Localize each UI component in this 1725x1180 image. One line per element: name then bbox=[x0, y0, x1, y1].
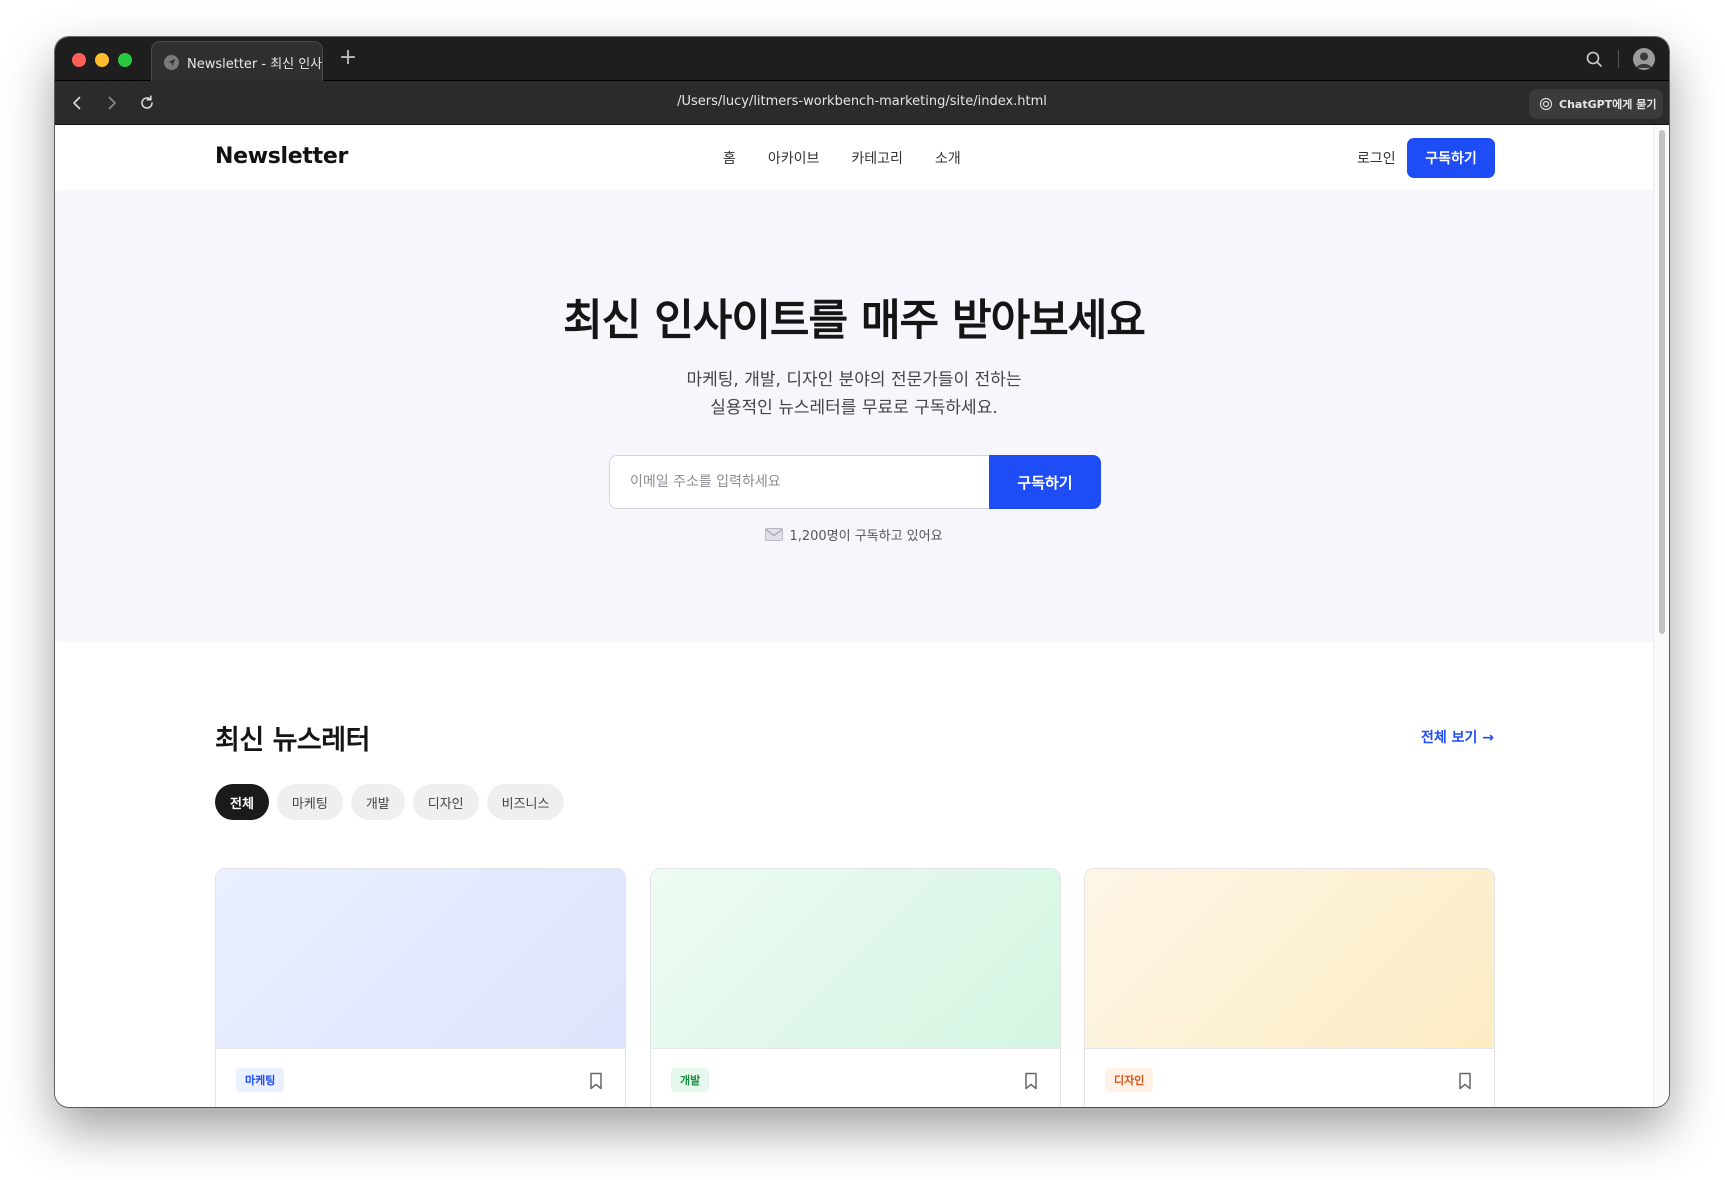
bookmark-icon[interactable] bbox=[588, 1072, 604, 1090]
chatgpt-icon bbox=[1539, 97, 1553, 111]
subscriber-count: 1,200명이 구독하고 있어요 bbox=[55, 525, 1653, 544]
main-nav: 홈 아카이브 카테고리 소개 bbox=[723, 148, 961, 168]
close-window-button[interactable] bbox=[72, 53, 86, 67]
hero-description-line: 실용적인 뉴스레터를 무료로 구독하세요. bbox=[710, 398, 998, 418]
email-input[interactable] bbox=[609, 455, 989, 509]
page-scrollbar[interactable] bbox=[1653, 126, 1669, 1107]
card-thumbnail bbox=[216, 869, 625, 1049]
filter-chip-all[interactable]: 전체 bbox=[215, 784, 269, 820]
subscribe-form: 구독하기 bbox=[609, 455, 1101, 509]
new-tab-button[interactable]: + bbox=[337, 47, 359, 70]
filter-chip-marketing[interactable]: 마케팅 bbox=[276, 784, 343, 820]
view-all-link[interactable]: 전체 보기 → bbox=[1421, 727, 1494, 747]
subscriber-count-text: 1,200명이 구독하고 있어요 bbox=[789, 529, 943, 544]
nav-item-category[interactable]: 카테고리 bbox=[851, 148, 903, 168]
bookmark-icon[interactable] bbox=[1457, 1072, 1473, 1090]
profile-avatar-icon[interactable] bbox=[1633, 48, 1655, 70]
url-text[interactable]: /Users/lucy/litmers-workbench-marketing/… bbox=[55, 94, 1669, 109]
nav-item-archive[interactable]: 아카이브 bbox=[768, 148, 820, 168]
card-category-tag: 디자인 bbox=[1105, 1068, 1154, 1092]
ask-chatgpt-label: ChatGPT에게 묻기 bbox=[1559, 98, 1657, 111]
address-bar: /Users/lucy/litmers-workbench-marketing/… bbox=[55, 81, 1669, 125]
filter-chip-development[interactable]: 개발 bbox=[350, 784, 405, 820]
nav-item-home[interactable]: 홈 bbox=[723, 148, 736, 168]
filter-chip-design[interactable]: 디자인 bbox=[412, 784, 479, 820]
filter-chip-business[interactable]: 비즈니스 bbox=[486, 784, 565, 820]
browser-tab[interactable]: Newsletter - 최신 인사 bbox=[151, 41, 323, 82]
scrollbar-thumb[interactable] bbox=[1659, 130, 1665, 634]
hero-description-line: 마케팅, 개발, 디자인 분야의 전문가들이 전하는 bbox=[686, 370, 1022, 390]
latest-section-title: 최신 뉴스레터 bbox=[215, 725, 370, 756]
card-category-tag: 마케팅 bbox=[236, 1068, 285, 1092]
browser-window: Newsletter - 최신 인사 + /Users/lucy/litmers… bbox=[55, 37, 1669, 1107]
hero-description: 마케팅, 개발, 디자인 분야의 전문가들이 전하는 실용적인 뉴스레터를 무료… bbox=[55, 366, 1653, 422]
header-subscribe-button[interactable]: 구독하기 bbox=[1407, 138, 1495, 178]
card-thumbnail bbox=[1085, 869, 1494, 1049]
hero-subscribe-button[interactable]: 구독하기 bbox=[989, 455, 1101, 509]
ask-chatgpt-button[interactable]: ChatGPT에게 묻기 bbox=[1529, 89, 1663, 119]
site-logo[interactable]: Newsletter bbox=[215, 144, 348, 169]
nav-item-about[interactable]: 소개 bbox=[935, 148, 961, 168]
bookmark-icon[interactable] bbox=[1023, 1072, 1039, 1090]
maximize-window-button[interactable] bbox=[118, 53, 132, 67]
search-icon[interactable] bbox=[1585, 50, 1603, 68]
globe-icon bbox=[164, 54, 179, 70]
category-filters: 전체 마케팅 개발 디자인 비즈니스 bbox=[215, 784, 565, 820]
envelope-icon bbox=[765, 528, 784, 541]
tab-title: Newsletter - 최신 인사 bbox=[186, 56, 322, 72]
hero-section: 최신 인사이트를 매주 받아보세요 마케팅, 개발, 디자인 분야의 전문가들이… bbox=[55, 190, 1653, 642]
newsletter-card[interactable]: 디자인 bbox=[1084, 868, 1495, 1107]
card-category-tag: 개발 bbox=[671, 1068, 710, 1092]
minimize-window-button[interactable] bbox=[95, 53, 109, 67]
page-viewport: Newsletter 홈 아카이브 카테고리 소개 로그인 구독하기 최신 인사… bbox=[55, 126, 1653, 1107]
card-thumbnail bbox=[651, 869, 1060, 1049]
hero-title: 최신 인사이트를 매주 받아보세요 bbox=[563, 296, 1146, 346]
tab-bar: Newsletter - 최신 인사 + bbox=[55, 37, 1669, 82]
newsletter-card[interactable]: 개발 bbox=[650, 868, 1061, 1107]
login-link[interactable]: 로그인 bbox=[1357, 148, 1396, 168]
toolbar-divider bbox=[1618, 50, 1619, 68]
newsletter-card[interactable]: 마케팅 bbox=[215, 868, 626, 1107]
site-header: Newsletter 홈 아카이브 카테고리 소개 로그인 구독하기 bbox=[55, 126, 1653, 190]
